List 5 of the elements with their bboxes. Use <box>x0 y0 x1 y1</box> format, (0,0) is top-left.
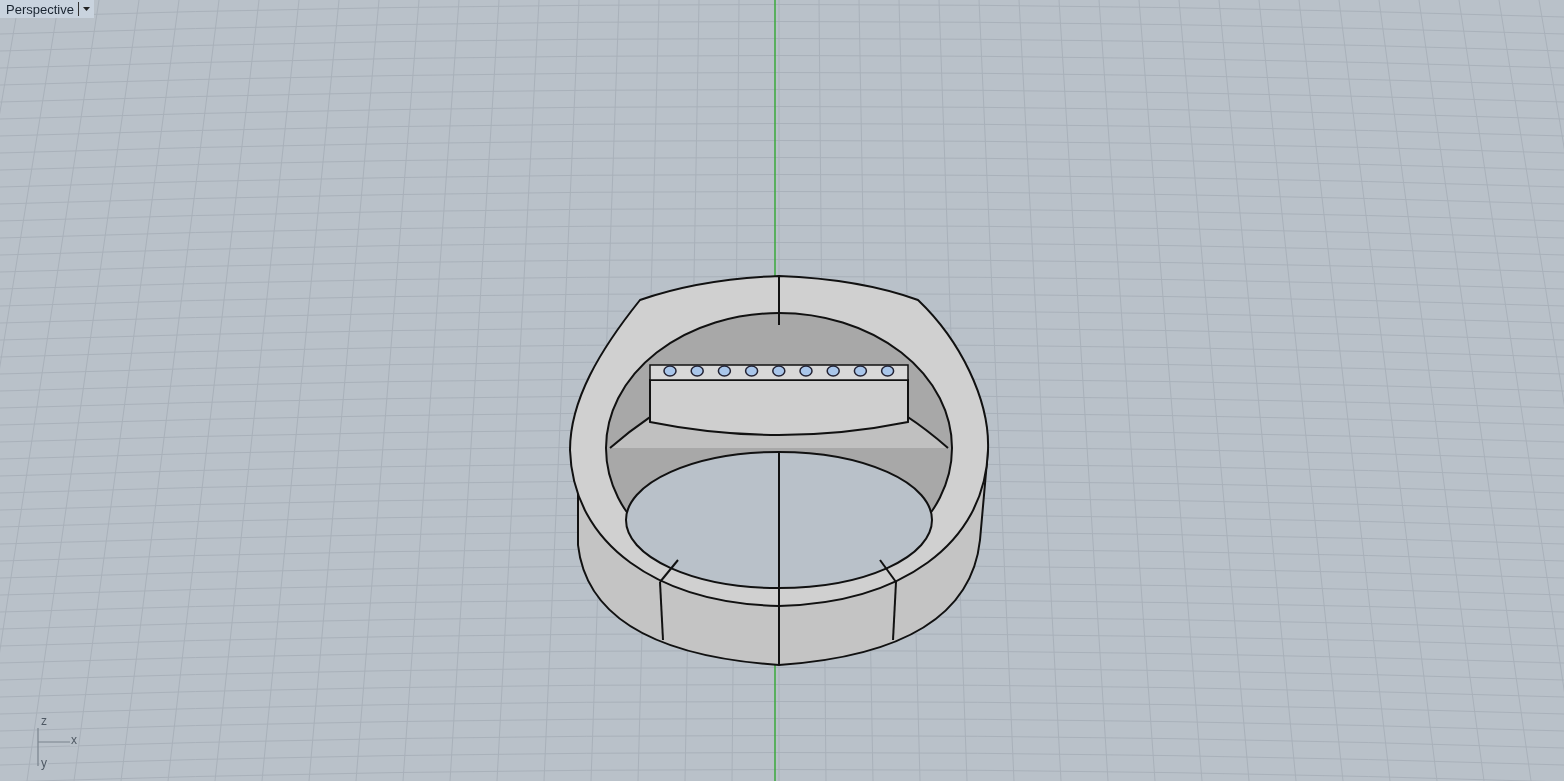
axis-label: z <box>40 715 48 727</box>
viewport-tab[interactable]: Perspective <box>0 0 94 18</box>
axis-label: x <box>70 734 78 746</box>
caret-icon <box>82 7 90 11</box>
axis-label: y <box>40 757 48 769</box>
